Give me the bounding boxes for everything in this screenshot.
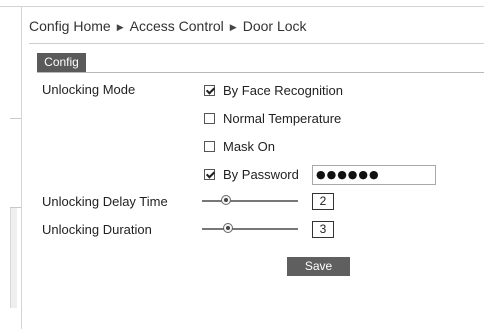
left-scroll-strip xyxy=(10,208,17,308)
breadcrumb-divider xyxy=(29,43,484,44)
unlocking-delay-label: Unlocking Delay Time xyxy=(42,194,168,209)
unlocking-duration-slider[interactable] xyxy=(202,223,298,235)
breadcrumb-arrow-icon: ▶ xyxy=(229,22,237,32)
by-password-option[interactable]: By Password xyxy=(204,166,299,182)
unlocking-duration-value[interactable]: 3 xyxy=(312,221,334,238)
by-password-label: By Password xyxy=(223,166,299,182)
breadcrumb-config-home[interactable]: Config Home xyxy=(29,18,111,34)
top-border xyxy=(0,6,484,7)
password-field[interactable]: ●●●●●● xyxy=(312,165,436,185)
normal-temperature-option[interactable]: Normal Temperature xyxy=(204,110,341,126)
mask-on-option[interactable]: Mask On xyxy=(204,138,275,154)
unlocking-delay-value[interactable]: 2 xyxy=(312,193,334,210)
slider-track xyxy=(202,200,298,202)
normal-temperature-checkbox[interactable] xyxy=(204,112,215,124)
slider-track xyxy=(202,228,298,230)
unlocking-duration-label: Unlocking Duration xyxy=(42,222,152,237)
breadcrumb-arrow-icon: ▶ xyxy=(116,22,124,32)
normal-temperature-label: Normal Temperature xyxy=(223,110,342,126)
breadcrumb: Config Home ▶ Access Control ▶ Door Lock xyxy=(29,18,307,34)
tab-divider xyxy=(37,72,484,73)
left-frame-border xyxy=(21,6,22,329)
breadcrumb-door-lock: Door Lock xyxy=(242,18,307,34)
breadcrumb-access-control[interactable]: Access Control xyxy=(130,18,224,34)
face-recognition-label: By Face Recognition xyxy=(223,82,343,98)
slider-handle[interactable] xyxy=(221,195,231,205)
mask-on-checkbox[interactable] xyxy=(204,140,215,152)
face-recognition-option[interactable]: By Face Recognition xyxy=(204,82,343,98)
unlocking-delay-slider[interactable] xyxy=(202,195,298,207)
mask-on-label: Mask On xyxy=(223,138,276,154)
face-recognition-checkbox[interactable] xyxy=(204,84,215,96)
slider-handle[interactable] xyxy=(223,223,233,233)
left-divider-tick xyxy=(10,118,21,119)
by-password-checkbox[interactable] xyxy=(204,168,215,180)
unlocking-mode-label: Unlocking Mode xyxy=(42,82,136,97)
tab-config[interactable]: Config xyxy=(37,53,86,72)
save-button[interactable]: Save xyxy=(287,257,350,276)
